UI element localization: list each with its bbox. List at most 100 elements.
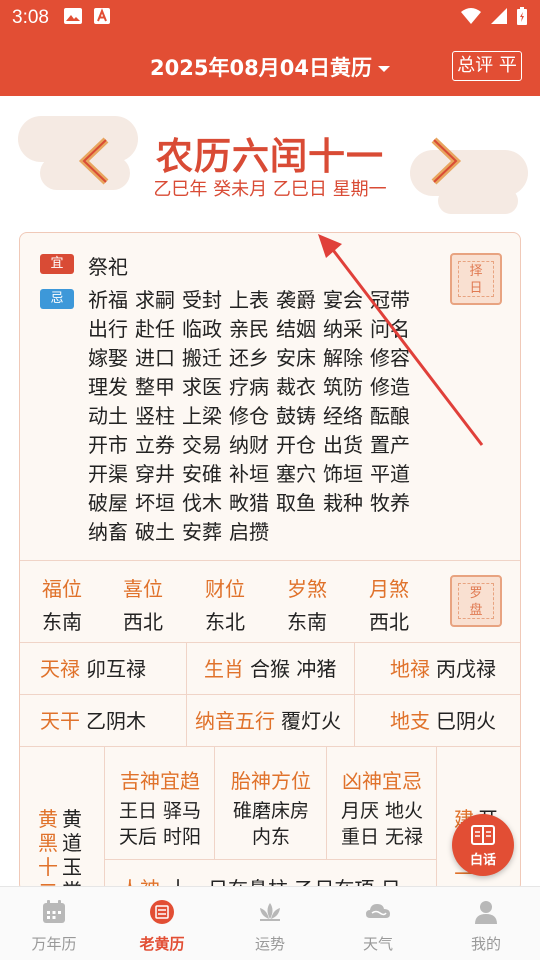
chevron-down-icon [377, 66, 390, 72]
lunar-hero: 农历六闰十一 乙巳年 癸未月 乙巳日 星期一 [0, 96, 540, 226]
font-app-icon [93, 7, 111, 30]
ji-item: 还乡 [229, 346, 269, 370]
position-xi: 喜位 西北 [103, 573, 183, 635]
status-right [460, 6, 528, 31]
tiangan-cell: 天干 乙阴木 [40, 695, 146, 747]
position-label: 财位 [205, 577, 245, 601]
divider [436, 747, 437, 891]
ji-item: 袭爵 [276, 288, 316, 312]
tab-weather[interactable]: 天气 [324, 887, 432, 960]
ji-item: 动土 [88, 404, 128, 428]
ji-item: 结姻 [276, 317, 316, 341]
jishen-line: 王日 驿马 [118, 800, 202, 822]
overall-review-button[interactable]: 总评 平 [452, 51, 522, 81]
ji-item: 出行 [88, 317, 128, 341]
divider [186, 695, 187, 747]
ji-item: 上梁 [182, 404, 222, 428]
tab-calendar[interactable]: 万年历 [0, 887, 108, 960]
ji-item: 纳畜 [88, 520, 128, 544]
plain-language-fab[interactable]: 白话 [452, 814, 514, 876]
position-value: 西北 [369, 610, 409, 634]
compass-seal-button[interactable]: 罗 盘 [450, 575, 502, 627]
ji-item: 宴会 [323, 288, 363, 312]
ji-item: 修造 [370, 375, 410, 399]
ji-item: 解除 [323, 346, 363, 370]
vchar: 黄 [38, 807, 58, 831]
dilu-value: 丙戊禄 [436, 657, 496, 681]
seal-border [458, 261, 494, 297]
tiangan-value: 乙阴木 [86, 709, 146, 733]
ji-item: 安碓 [182, 462, 222, 486]
ji-item: 搬迁 [182, 346, 222, 370]
ji-item: 饰垣 [323, 462, 363, 486]
ji-item: 开渠 [88, 462, 128, 486]
ji-item: 经络 [323, 404, 363, 428]
tab-label: 万年历 [31, 935, 77, 953]
ji-item: 临政 [182, 317, 222, 341]
bottom-tab-bar: 万年历 老黄历 运势 天气 我的 [0, 886, 540, 960]
ji-item: 纳采 [323, 317, 363, 341]
yi-ji-section: 宜 祭祀 忌 祈福 求嗣 受封 上表 袭爵 宴会 冠带出行 赴任 临政 亲民 结姻 纳采 问名嫁娶 进口搬… [20, 233, 520, 561]
tab-label: 我的 [470, 935, 501, 953]
ji-item: 交易 [182, 433, 222, 457]
xiongshen-line: 重日 无禄 [340, 826, 424, 848]
ji-item: 破屋 [88, 491, 128, 515]
ji-item: 问名 [370, 317, 410, 341]
vchar: 黄 [62, 807, 82, 831]
tab-almanac[interactable]: 老黄历 [108, 887, 216, 960]
position-value: 东南 [287, 610, 327, 634]
image-icon [63, 7, 83, 30]
ji-item: 竖柱 [135, 404, 175, 428]
tab-profile[interactable]: 我的 [432, 887, 540, 960]
positions-row: 福位 东南 喜位 西北 财位 东北 岁煞 东南 月煞 西北 罗 盘 [20, 561, 520, 643]
ji-item: 求医 [182, 375, 222, 399]
vchar: 道 [62, 831, 82, 855]
tab-label: 老黄历 [139, 935, 185, 953]
ji-item: 亲民 [229, 317, 269, 341]
position-label: 月煞 [369, 577, 409, 601]
ji-item: 求嗣 [135, 288, 175, 312]
position-suisha: 岁煞 东南 [267, 573, 347, 635]
tab-label: 运势 [254, 935, 285, 953]
book-icon [471, 825, 495, 845]
ji-tag: 忌 [40, 289, 74, 309]
dizhi-value: 巳阴火 [436, 709, 496, 733]
divider [214, 747, 215, 859]
position-yuesha: 月煞 西北 [349, 573, 429, 635]
taishen-label: 胎神方位 [231, 769, 311, 793]
choose-day-seal-button[interactable]: 择 日 [450, 253, 502, 305]
position-cai: 财位 东北 [185, 573, 265, 635]
xiongshen-label: 凶神宜忌 [342, 769, 422, 793]
nayin-cell: 纳音五行 覆灯火 [195, 695, 341, 747]
ji-item: 修仓 [229, 404, 269, 428]
xiongshen-col: 凶神宜忌 月厌 地火 重日 无禄 [330, 765, 434, 850]
vchar: 黑 [38, 831, 58, 855]
ji-item: 塞穴 [276, 462, 316, 486]
lu-row: 天禄 卯互禄 生肖 合猴 冲猪 地禄 丙戊禄 [20, 643, 520, 695]
ji-item: 酝酿 [370, 404, 410, 428]
app: 3:08 2025年08月04日黄历 总评 平 农历六闰十一 乙巳年 癸未月 乙… [0, 0, 540, 960]
vchar: 玉 [62, 855, 82, 879]
almanac-card: 宜 祭祀 忌 祈福 求嗣 受封 上表 袭爵 宴会 冠带出行 赴任 临政 亲民 结姻 纳采 问名嫁娶 进口搬… [19, 232, 521, 892]
yi-tag: 宜 [40, 254, 74, 274]
taishen-line: 内东 [251, 826, 290, 848]
divider [186, 643, 187, 695]
status-bar: 3:08 [0, 0, 540, 36]
ji-item: 鼓铸 [276, 404, 316, 428]
divider [326, 747, 327, 859]
ji-item: 牧养 [370, 491, 410, 515]
tab-label: 天气 [362, 935, 393, 953]
tab-fortune[interactable]: 运势 [216, 887, 324, 960]
ji-item: 安床 [276, 346, 316, 370]
battery-icon [516, 6, 528, 31]
divider [104, 859, 436, 860]
ji-item: 破土 [135, 520, 175, 544]
gan-row: 天干 乙阴木 纳音五行 覆灯火 地支 巳阴火 [20, 695, 520, 747]
ji-item: 纳财 [229, 433, 269, 457]
shengxiao-value: 合猴 冲猪 [250, 657, 337, 681]
ji-item: 开市 [88, 433, 128, 457]
cloud-icon [366, 904, 390, 918]
header: 2025年08月04日黄历 总评 平 [0, 36, 540, 96]
position-value: 西北 [123, 610, 163, 634]
nayin-value: 覆灯火 [281, 709, 341, 733]
